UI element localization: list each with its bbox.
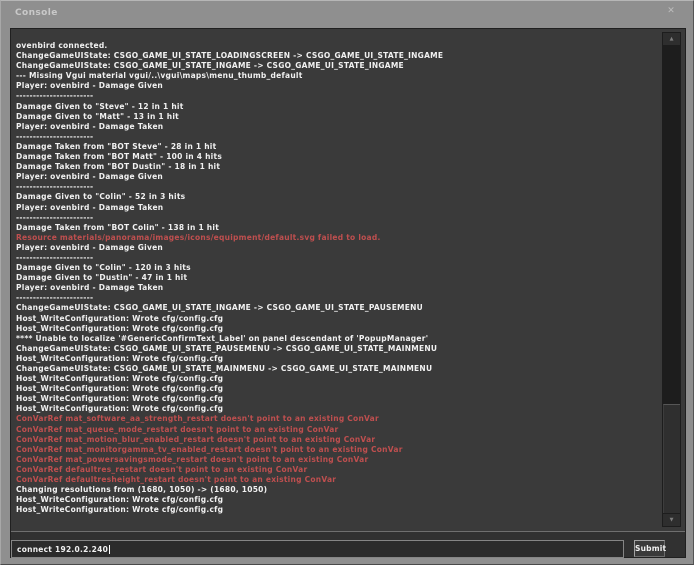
console-line: ChangeGameUIState: CSGO_GAME_UI_STATE_IN… xyxy=(16,303,659,313)
console-line: Changing resolutions from (1680, 1050) -… xyxy=(16,485,659,495)
console-line: ----------------------- xyxy=(16,253,659,263)
console-line: Host_WriteConfiguration: Wrote cfg/confi… xyxy=(16,505,659,515)
command-input-value: connect 192.0.2.240 xyxy=(17,545,110,554)
console-line: ConVarRef defaultres_restart doesn't poi… xyxy=(16,465,659,475)
console-line: Damage Taken from "BOT Colin" - 138 in 1… xyxy=(16,223,659,233)
console-line: ChangeGameUIState: CSGO_GAME_UI_STATE_LO… xyxy=(16,51,659,61)
console-line: Player: ovenbird - Damage Given xyxy=(16,172,659,182)
window-title: Console xyxy=(15,8,58,18)
console-line: ConVarRef mat_motion_blur_enabled_restar… xyxy=(16,435,659,445)
console-line: ConVarRef mat_software_aa_strength_resta… xyxy=(16,414,659,424)
console-line: ovenbird connected. xyxy=(16,41,659,51)
console-line: Damage Taken from "BOT Dustin" - 18 in 1… xyxy=(16,162,659,172)
scrollbar[interactable]: ▲ ▼ xyxy=(662,32,681,527)
console-line: ChangeGameUIState: CSGO_GAME_UI_STATE_IN… xyxy=(16,61,659,71)
scrollbar-thumb[interactable] xyxy=(663,404,680,513)
console-line: Host_WriteConfiguration: Wrote cfg/confi… xyxy=(16,354,659,364)
console-line: ----------------------- xyxy=(16,213,659,223)
console-line: Host_WriteConfiguration: Wrote cfg/confi… xyxy=(16,384,659,394)
console-line: ----------------------- xyxy=(16,91,659,101)
console-line: Player: ovenbird - Damage Given xyxy=(16,81,659,91)
console-line: --- Missing Vgui material vgui/..\vgui\m… xyxy=(16,71,659,81)
console-line: ConVarRef mat_monitorgamma_tv_enabled_re… xyxy=(16,445,659,455)
console-line: Player: ovenbird - Damage Taken xyxy=(16,203,659,213)
console-line: Player: ovenbird - Damage Taken xyxy=(16,122,659,132)
scroll-down-icon[interactable]: ▼ xyxy=(663,514,680,526)
console-line: Damage Given to "Matt" - 13 in 1 hit xyxy=(16,112,659,122)
console-line: Damage Given to "Colin" - 120 in 3 hits xyxy=(16,263,659,273)
text-cursor xyxy=(109,545,110,554)
console-line: Player: ovenbird - Damage Taken xyxy=(16,283,659,293)
console-line: ConVarRef defaultresheight_restart doesn… xyxy=(16,475,659,485)
console-lines: ovenbird connected.ChangeGameUIState: CS… xyxy=(16,41,659,515)
console-line: ConVarRef mat_powersavingsmode_restart d… xyxy=(16,455,659,465)
console-line: Damage Given to "Colin" - 52 in 3 hits xyxy=(16,192,659,202)
console-line: Resource materials/panorama/images/icons… xyxy=(16,233,659,243)
console-line: Host_WriteConfiguration: Wrote cfg/confi… xyxy=(16,314,659,324)
console-line: Damage Taken from "BOT Steve" - 28 in 1 … xyxy=(16,142,659,152)
console-line: ----------------------- xyxy=(16,132,659,142)
console-line: Damage Taken from "BOT Matt" - 100 in 4 … xyxy=(16,152,659,162)
console-output-panel[interactable]: ovenbird connected.ChangeGameUIState: CS… xyxy=(11,29,685,532)
console-line: ChangeGameUIState: CSGO_GAME_UI_STATE_PA… xyxy=(16,344,659,354)
console-line: ----------------------- xyxy=(16,293,659,303)
title-bar[interactable]: Console ✕ xyxy=(2,1,692,28)
scroll-up-icon[interactable]: ▲ xyxy=(663,33,680,45)
console-line: Damage Given to "Dustin" - 47 in 1 hit xyxy=(16,273,659,283)
console-line: Damage Given to "Steve" - 12 in 1 hit xyxy=(16,102,659,112)
console-line: Host_WriteConfiguration: Wrote cfg/confi… xyxy=(16,404,659,414)
submit-button[interactable]: Submit xyxy=(634,540,665,557)
console-line: **** Unable to localize '#GenericConfirm… xyxy=(16,334,659,344)
console-line: Host_WriteConfiguration: Wrote cfg/confi… xyxy=(16,495,659,505)
console-command-input[interactable]: connect 192.0.2.240 xyxy=(11,540,624,558)
console-line: ChangeGameUIState: CSGO_GAME_UI_STATE_MA… xyxy=(16,364,659,374)
console-window: Console ✕ ovenbird connected.ChangeGameU… xyxy=(0,0,694,565)
console-client-area: ovenbird connected.ChangeGameUIState: CS… xyxy=(10,28,686,558)
console-line: Host_WriteConfiguration: Wrote cfg/confi… xyxy=(16,394,659,404)
console-line: Player: ovenbird - Damage Given xyxy=(16,243,659,253)
close-icon[interactable]: ✕ xyxy=(665,5,677,17)
console-line: Host_WriteConfiguration: Wrote cfg/confi… xyxy=(16,374,659,384)
console-line: Host_WriteConfiguration: Wrote cfg/confi… xyxy=(16,324,659,334)
console-line: ----------------------- xyxy=(16,182,659,192)
console-line: ConVarRef mat_queue_mode_restart doesn't… xyxy=(16,425,659,435)
